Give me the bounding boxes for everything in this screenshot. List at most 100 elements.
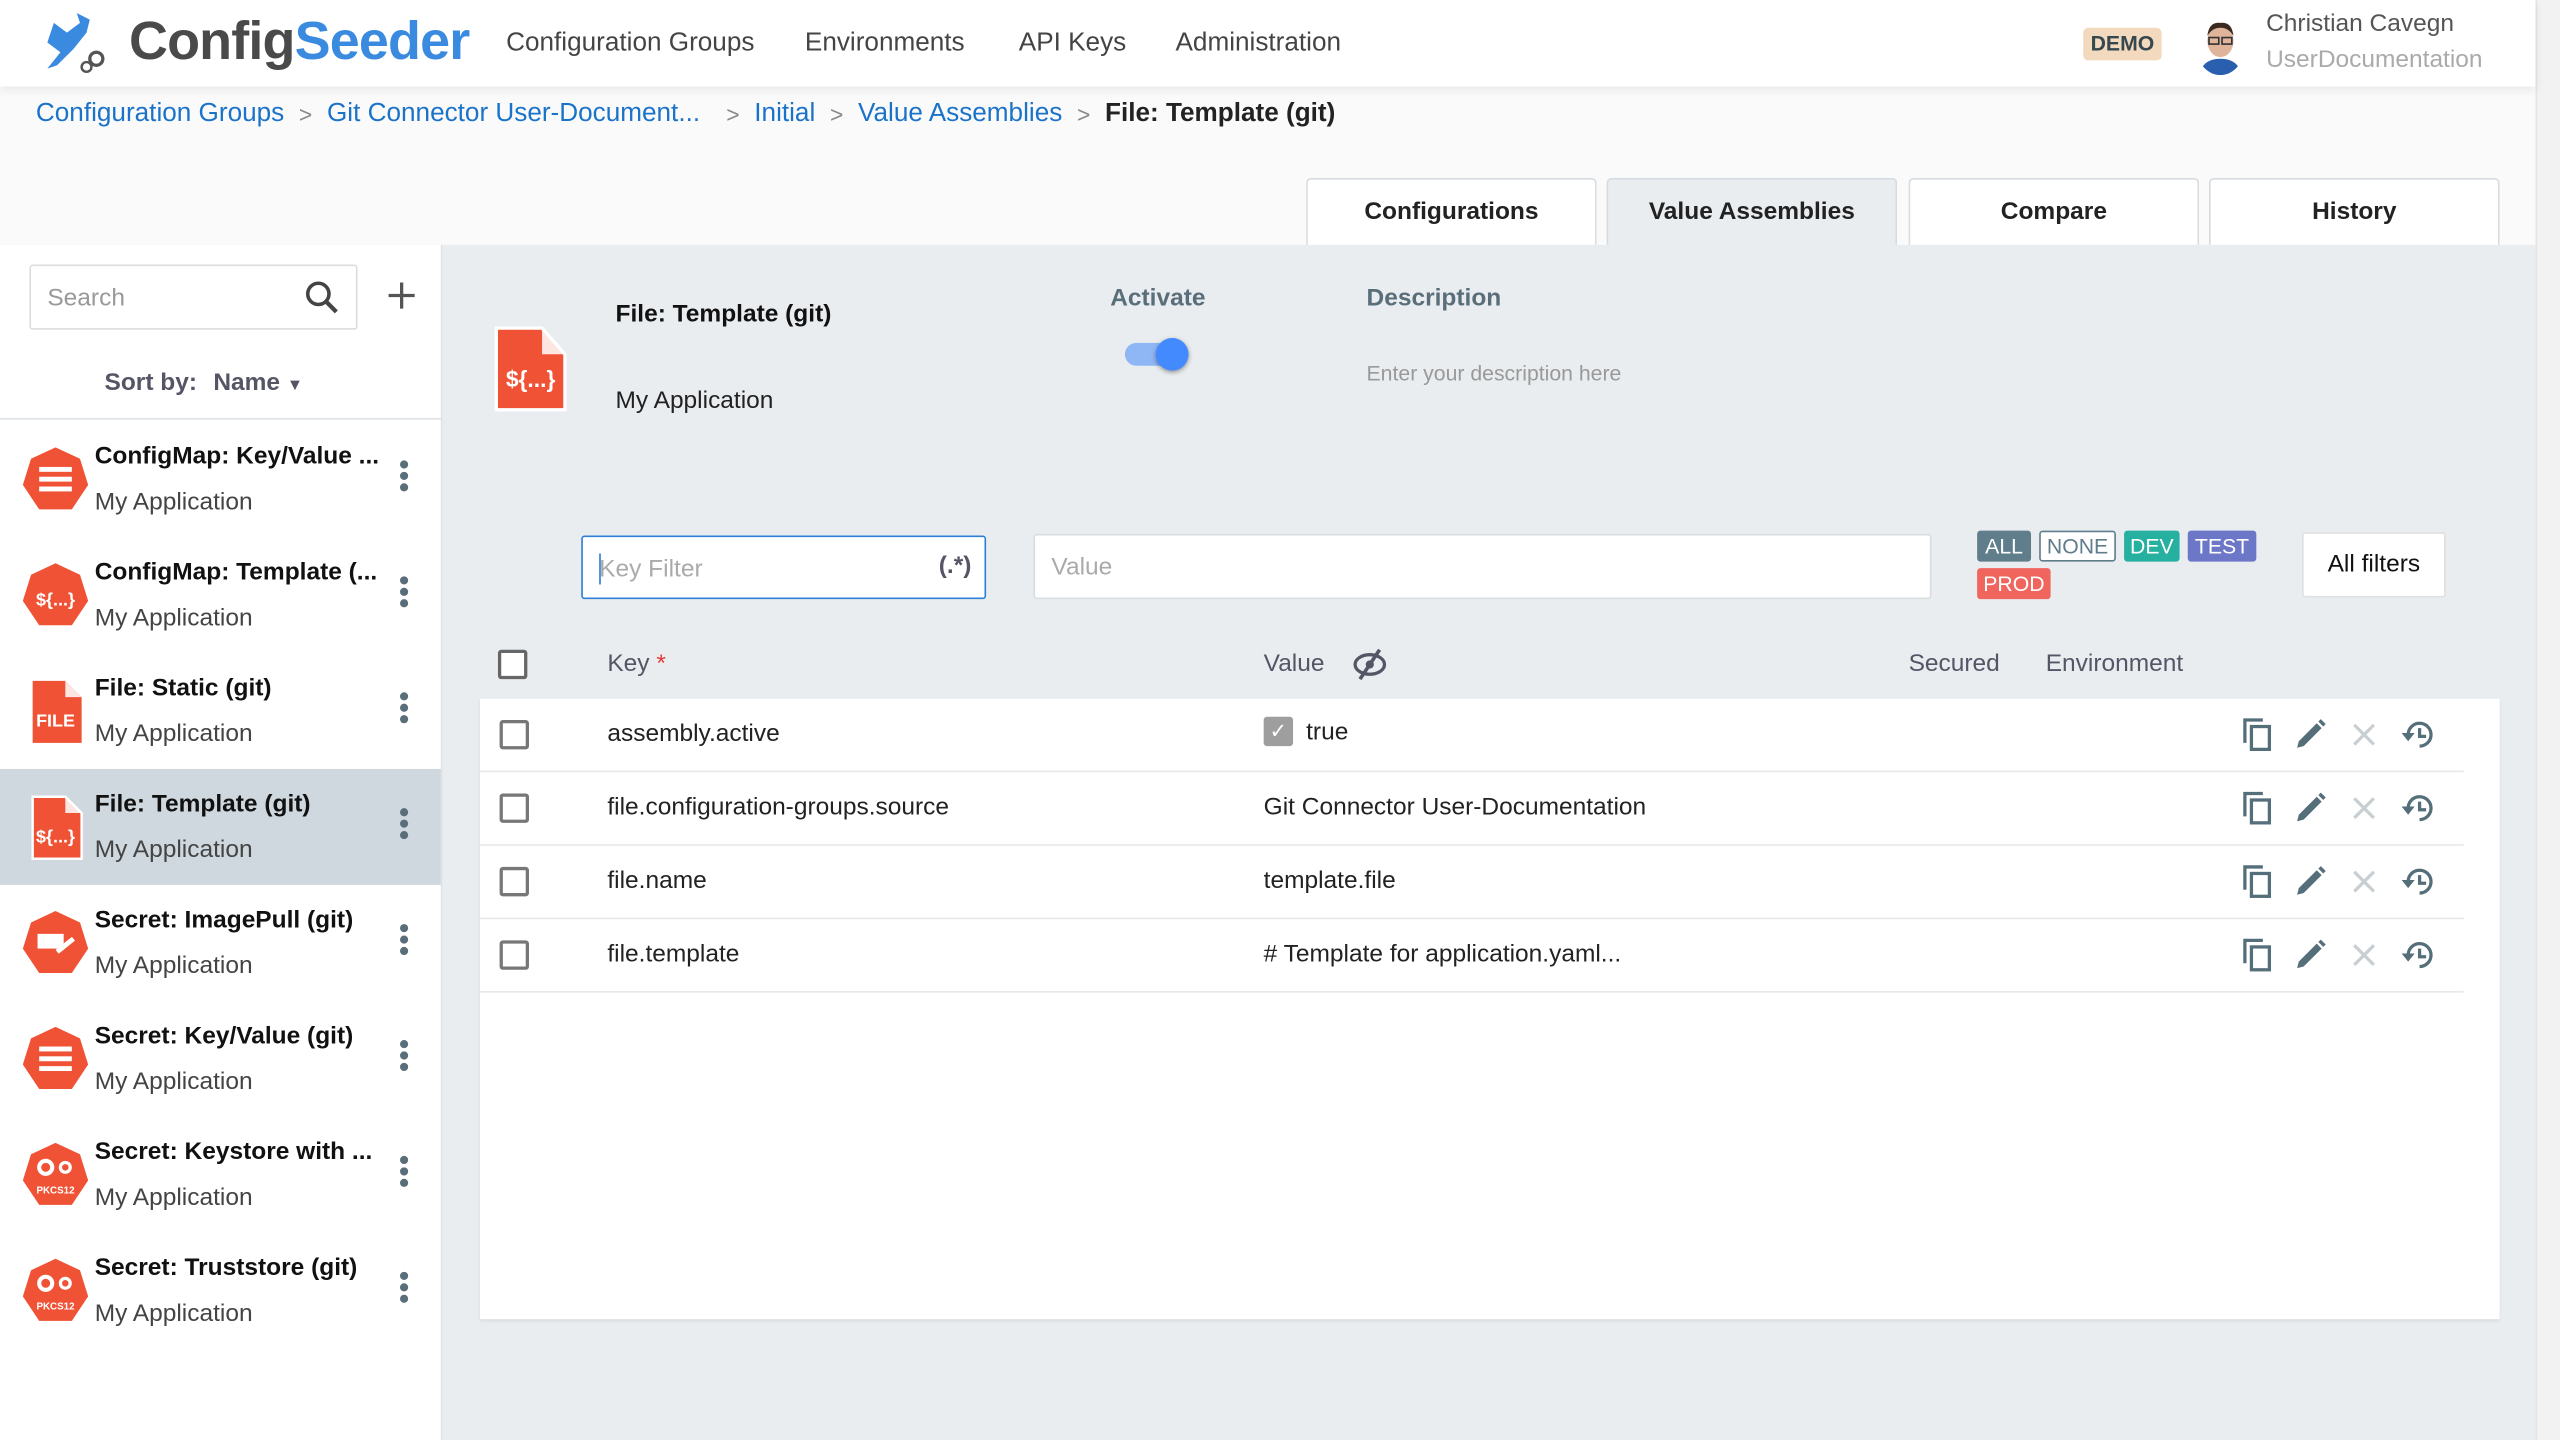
- table-row[interactable]: file.template # Template for application…: [479, 919, 2464, 993]
- delete-icon[interactable]: [2346, 864, 2382, 900]
- main-panel: ${...} File: Template (git) My Applicati…: [442, 244, 2536, 1440]
- table-row[interactable]: file.name template.file: [479, 846, 2464, 920]
- edit-icon[interactable]: [2292, 864, 2328, 900]
- history-icon[interactable]: [2400, 717, 2436, 753]
- all-filters-button[interactable]: All filters: [2302, 532, 2446, 598]
- avatar[interactable]: [2195, 16, 2245, 76]
- env-filter-test[interactable]: TEST: [2187, 530, 2257, 562]
- history-icon[interactable]: [2400, 937, 2436, 973]
- sidebar-item-subtitle: My Application: [94, 835, 253, 864]
- delete-icon[interactable]: [2346, 937, 2382, 973]
- values-table: assembly.active ✓ true file.configuration…: [479, 698, 2500, 1320]
- sidebar-item-title: ConfigMap: Key/Value ...: [94, 442, 380, 471]
- activate-toggle[interactable]: [1124, 337, 1190, 371]
- sidebar-item[interactable]: ConfigMap: Key/Value ... My Application: [0, 421, 441, 537]
- table-row[interactable]: file.configuration-groups.source Git Con…: [479, 772, 2464, 846]
- row-checkbox[interactable]: [499, 719, 529, 750]
- breadcrumb-value-assemblies[interactable]: Value Assemblies: [858, 100, 1062, 129]
- more-vert-icon[interactable]: [397, 924, 410, 960]
- column-header-environment: Environment: [2045, 649, 2184, 678]
- sidebar-item[interactable]: FILE File: Static (git) My Application: [0, 653, 441, 769]
- demo-badge: DEMO: [2083, 27, 2162, 61]
- table-row[interactable]: assembly.active ✓ true: [479, 699, 2464, 773]
- copy-icon[interactable]: [2240, 937, 2276, 973]
- more-vert-icon[interactable]: [397, 1039, 410, 1076]
- description-label: Description: [1366, 284, 1502, 312]
- delete-icon[interactable]: [2346, 717, 2382, 753]
- configmap-template-icon: ${...}: [22, 563, 89, 626]
- search-input[interactable]: Search: [29, 264, 358, 330]
- column-header-key[interactable]: Key *: [607, 650, 666, 678]
- key-filter-input[interactable]: Key Filter (.*): [581, 535, 987, 600]
- sort-control[interactable]: Sort by: Name ▼: [104, 369, 303, 397]
- row-value: template.file: [1263, 866, 1396, 895]
- env-filter-prod[interactable]: PROD: [1977, 568, 2051, 600]
- brand-name[interactable]: ConfigSeeder: [128, 9, 470, 72]
- column-header-secured: Secured: [1908, 649, 2000, 678]
- svg-text:${...}: ${...}: [36, 826, 75, 846]
- delete-icon[interactable]: [2346, 790, 2382, 826]
- regex-toggle[interactable]: (.*): [939, 552, 972, 580]
- sidebar-item-subtitle: My Application: [94, 1299, 253, 1328]
- row-value: # Template for application.yaml...: [1263, 940, 1622, 969]
- add-icon[interactable]: [387, 281, 416, 310]
- env-filter-dev[interactable]: DEV: [2124, 530, 2180, 562]
- tab-value-assemblies[interactable]: Value Assemblies: [1606, 177, 1898, 245]
- sidebar-item[interactable]: ${...} ConfigMap: Template (... My Appli…: [0, 537, 441, 653]
- copy-icon[interactable]: [2240, 864, 2276, 900]
- sidebar: Search Sort by: Name ▼ ConfigMap: Key/Val…: [0, 244, 443, 1440]
- description-input[interactable]: Enter your description here: [1367, 361, 2183, 385]
- tab-configurations[interactable]: Configurations: [1306, 177, 1597, 245]
- file-template-icon: ${...}: [494, 326, 567, 412]
- more-vert-icon[interactable]: [397, 460, 410, 496]
- sidebar-item[interactable]: ${...} File: Template (git) My Applicati…: [0, 768, 441, 885]
- select-all-checkbox[interactable]: [497, 649, 528, 680]
- history-icon[interactable]: [2400, 864, 2436, 900]
- sidebar-item[interactable]: Secret: ImagePull (git) My Application: [0, 885, 441, 1001]
- sidebar-item[interactable]: Secret: Key/Value (git) My Application: [0, 1001, 441, 1117]
- breadcrumb-group[interactable]: Git Connector User-Document...: [327, 100, 700, 129]
- brand-part1: Config: [128, 9, 295, 71]
- breadcrumb-configuration-groups[interactable]: Configuration Groups: [36, 100, 284, 129]
- scrollbar[interactable]: [2535, 0, 2560, 1440]
- env-filter-none[interactable]: NONE: [2039, 530, 2116, 562]
- more-vert-icon[interactable]: [397, 808, 410, 844]
- nav-configuration-groups[interactable]: Configuration Groups: [506, 29, 754, 58]
- more-vert-icon[interactable]: [397, 576, 410, 612]
- sidebar-item-title: Secret: Keystore with ...: [94, 1137, 373, 1166]
- nav-api-keys[interactable]: API Keys: [1019, 29, 1126, 58]
- copy-icon[interactable]: [2240, 717, 2276, 753]
- sort-value: Name: [213, 368, 281, 397]
- row-checkbox[interactable]: [499, 793, 529, 823]
- edit-icon[interactable]: [2292, 790, 2328, 826]
- sidebar-item-subtitle: My Application: [94, 951, 253, 980]
- row-checkbox[interactable]: [499, 940, 529, 970]
- sidebar-item[interactable]: PKCS12 Secret: Truststore (git) My Appli…: [0, 1233, 441, 1349]
- edit-icon[interactable]: [2292, 717, 2328, 753]
- chevron-right-icon: >: [829, 101, 844, 128]
- edit-icon[interactable]: [2292, 937, 2328, 973]
- more-vert-icon[interactable]: [397, 692, 410, 728]
- sidebar-item-subtitle: My Application: [94, 1067, 253, 1096]
- more-vert-icon[interactable]: [397, 1155, 410, 1192]
- breadcrumb-initial[interactable]: Initial: [754, 100, 815, 129]
- more-vert-icon[interactable]: [397, 1271, 410, 1308]
- svg-text:PKCS12: PKCS12: [36, 1185, 75, 1196]
- tab-history[interactable]: History: [2208, 177, 2500, 245]
- tab-compare[interactable]: Compare: [1908, 177, 2200, 245]
- history-icon[interactable]: [2400, 790, 2436, 826]
- sidebar-item-title: Secret: ImagePull (git): [94, 906, 354, 934]
- eye-slash-icon[interactable]: [1352, 648, 1388, 681]
- nav-administration[interactable]: Administration: [1176, 29, 1342, 58]
- sidebar-item-subtitle: My Application: [94, 488, 253, 516]
- value-filter-input[interactable]: Value: [1033, 533, 1932, 600]
- sidebar-item[interactable]: PKCS12 Secret: Keystore with ... My Appl…: [0, 1117, 441, 1233]
- user-name[interactable]: Christian Cavegn: [2266, 10, 2454, 38]
- search-icon[interactable]: [304, 279, 340, 315]
- top-bar: ConfigSeeder Configuration Groups Enviro…: [0, 0, 2536, 87]
- env-filter-all[interactable]: ALL: [1977, 530, 2032, 562]
- copy-icon[interactable]: [2240, 790, 2276, 826]
- row-checkbox[interactable]: [499, 866, 529, 897]
- caret-down-icon: ▼: [286, 377, 304, 396]
- nav-environments[interactable]: Environments: [805, 29, 965, 58]
